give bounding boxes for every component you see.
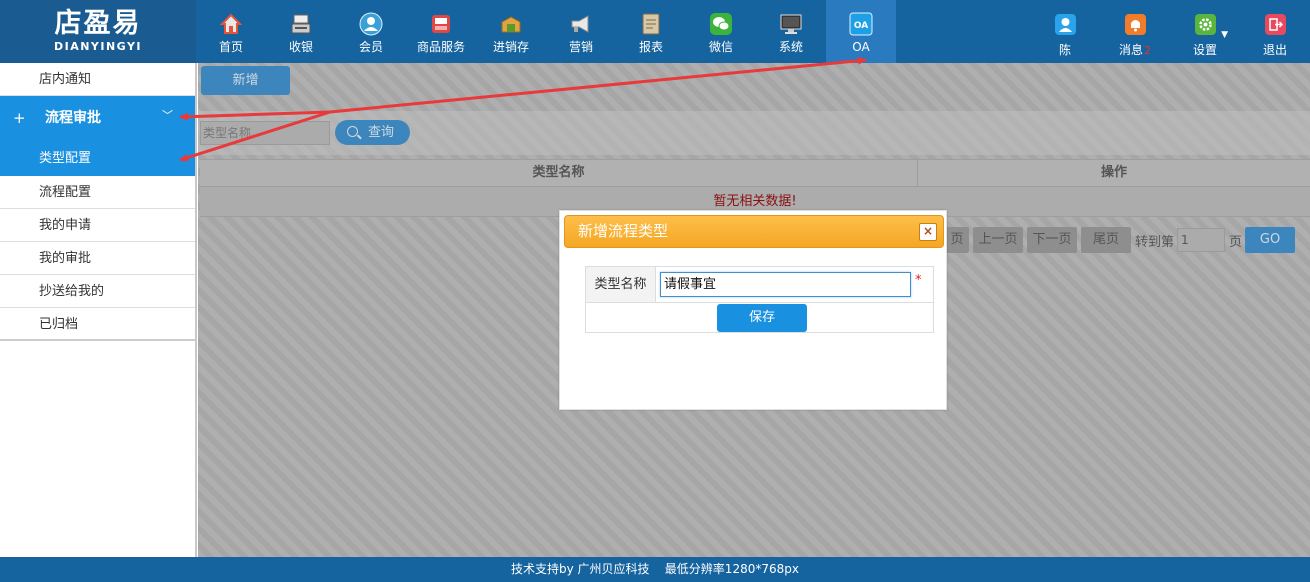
prev-page-button[interactable]: 上一页 bbox=[973, 227, 1023, 253]
report-icon bbox=[639, 12, 663, 36]
nav-marketing-label: 营销 bbox=[568, 40, 593, 54]
home-icon bbox=[219, 12, 243, 36]
nav-goods-service[interactable]: 商品服务 bbox=[406, 0, 476, 63]
sidebar-item-store-notice[interactable]: 店内通知 bbox=[0, 63, 195, 96]
sidebar-item-process-config[interactable]: 流程配置 bbox=[0, 176, 195, 209]
next-page-button[interactable]: 下一页 bbox=[1027, 227, 1077, 253]
dialog-header: 新增流程类型 × bbox=[564, 215, 944, 248]
nav-report-label: 报表 bbox=[638, 40, 663, 54]
nav-wechat[interactable]: 微信 bbox=[686, 0, 756, 63]
nav-system-label: 系统 bbox=[778, 40, 803, 54]
goto-page-label: 转到第 bbox=[1135, 234, 1175, 250]
column-actions: 操作 bbox=[1100, 165, 1127, 180]
last-page-button[interactable]: 尾页 bbox=[1081, 227, 1131, 253]
query-button[interactable]: 查询 bbox=[335, 120, 410, 145]
user-menu[interactable]: 陈 bbox=[1030, 0, 1100, 63]
goto-page-input[interactable]: 1 bbox=[1177, 228, 1226, 252]
messages-badge: 2 bbox=[1144, 44, 1151, 57]
chevron-down-icon: ﹀ bbox=[162, 109, 173, 122]
nav-inventory-label: 进销存 bbox=[492, 40, 529, 54]
page-suffix-label: 页 bbox=[1229, 234, 1243, 250]
new-button[interactable]: 新增 bbox=[201, 66, 290, 95]
settings-menu[interactable]: 设置 ▼ bbox=[1170, 0, 1240, 63]
search-icon bbox=[347, 126, 358, 137]
nav-oa-label: OA bbox=[852, 40, 870, 54]
logo-chinese-text: 店盈易 bbox=[54, 8, 142, 39]
sidebar-item-my-approvals[interactable]: 我的审批 bbox=[0, 242, 195, 275]
user-icon bbox=[1054, 14, 1076, 35]
nav-cashier[interactable]: 收银 bbox=[266, 0, 336, 63]
sidebar-item-archived[interactable]: 已归档 bbox=[0, 308, 195, 341]
pagination: 页 上一页 下一页 尾页 转到第 1 页 GO bbox=[945, 227, 1296, 253]
oa-icon: OA bbox=[849, 12, 873, 36]
app-logo: 店盈易 DIANYINGYI bbox=[0, 0, 196, 63]
footer: 技术支持by 广州贝应科技 最低分辨率1280*768px bbox=[0, 557, 1310, 582]
nav-report[interactable]: 报表 bbox=[616, 0, 686, 63]
wechat-icon bbox=[709, 12, 733, 36]
monitor-icon bbox=[779, 12, 803, 36]
sidebar-item-my-requests[interactable]: 我的申请 bbox=[0, 209, 195, 242]
nav-marketing[interactable]: 营销 bbox=[546, 0, 616, 63]
close-icon[interactable]: × bbox=[919, 223, 937, 241]
add-process-type-dialog: 新增流程类型 × 类型名称 请假事宜 * 保存 bbox=[559, 210, 947, 410]
nav-system[interactable]: 系统 bbox=[756, 0, 826, 63]
main-nav: 首页 收银 会员 商品服务 进销存 营销 报表 微信 系统 OA OA bbox=[196, 0, 896, 63]
nav-cashier-label: 收银 bbox=[288, 40, 313, 54]
sidebar-group-label: 流程审批 bbox=[45, 110, 101, 126]
sidebar-group-process-approval[interactable]: + 流程审批 ﹀ bbox=[0, 96, 195, 141]
logout-label: 退出 bbox=[1262, 43, 1287, 57]
nav-home-label: 首页 bbox=[218, 40, 243, 54]
chevron-down-icon: ▼ bbox=[1221, 30, 1228, 40]
dialog-form: 类型名称 请假事宜 * 保存 bbox=[585, 266, 934, 333]
gear-icon bbox=[1194, 14, 1216, 35]
table-header: 类型名称 操作 bbox=[200, 159, 1310, 187]
required-mark: * bbox=[915, 273, 922, 288]
user-name: 陈 bbox=[1058, 43, 1071, 57]
go-button[interactable]: GO bbox=[1245, 227, 1296, 253]
type-name-search-input[interactable]: 类型名称 bbox=[200, 121, 330, 145]
nav-inventory[interactable]: 进销存 bbox=[476, 0, 546, 63]
user-nav: 陈 消息2 设置 ▼ 退出 bbox=[1030, 0, 1310, 63]
nav-member[interactable]: 会员 bbox=[336, 0, 406, 63]
bell-icon bbox=[1124, 14, 1146, 35]
column-type-name: 类型名称 bbox=[200, 160, 918, 186]
plus-icon: + bbox=[13, 109, 26, 127]
goods-icon bbox=[429, 12, 453, 36]
nav-oa[interactable]: OA OA bbox=[826, 0, 896, 63]
logout-button[interactable]: 退出 bbox=[1240, 0, 1310, 63]
nav-wechat-label: 微信 bbox=[708, 40, 733, 54]
logo-english-text: DIANYINGYI bbox=[53, 40, 143, 53]
nav-goods-service-label: 商品服务 bbox=[416, 40, 465, 54]
sidebar: 店内通知 + 流程审批 ﹀ 类型配置 流程配置 我的申请 我的审批 抄送给我的 … bbox=[0, 63, 197, 557]
logout-icon bbox=[1264, 14, 1286, 35]
sidebar-item-type-config[interactable]: 类型配置 bbox=[0, 141, 195, 176]
type-name-cell: 请假事宜 * bbox=[656, 267, 933, 303]
settings-label: 设置 bbox=[1192, 43, 1217, 57]
dialog-title: 新增流程类型 bbox=[578, 222, 669, 240]
messages-menu[interactable]: 消息2 bbox=[1100, 0, 1170, 63]
query-button-label: 查询 bbox=[368, 125, 395, 140]
messages-label: 消息 bbox=[1118, 43, 1143, 57]
type-name-input[interactable]: 请假事宜 bbox=[660, 272, 911, 297]
member-icon bbox=[359, 12, 383, 36]
sidebar-item-cc-to-me[interactable]: 抄送给我的 bbox=[0, 275, 195, 308]
top-navigation-bar: 店盈易 DIANYINGYI 首页 收银 会员 商品服务 进销存 营销 报表 微… bbox=[0, 0, 1310, 63]
nav-member-label: 会员 bbox=[358, 40, 383, 54]
svg-text:OA: OA bbox=[854, 21, 868, 31]
first-page-button[interactable]: 页 bbox=[945, 227, 969, 253]
megaphone-icon bbox=[569, 12, 593, 36]
cash-register-icon bbox=[289, 12, 313, 36]
type-name-label: 类型名称 bbox=[586, 267, 656, 303]
nav-home[interactable]: 首页 bbox=[196, 0, 266, 63]
save-button[interactable]: 保存 bbox=[717, 304, 807, 332]
inventory-icon bbox=[499, 12, 523, 36]
